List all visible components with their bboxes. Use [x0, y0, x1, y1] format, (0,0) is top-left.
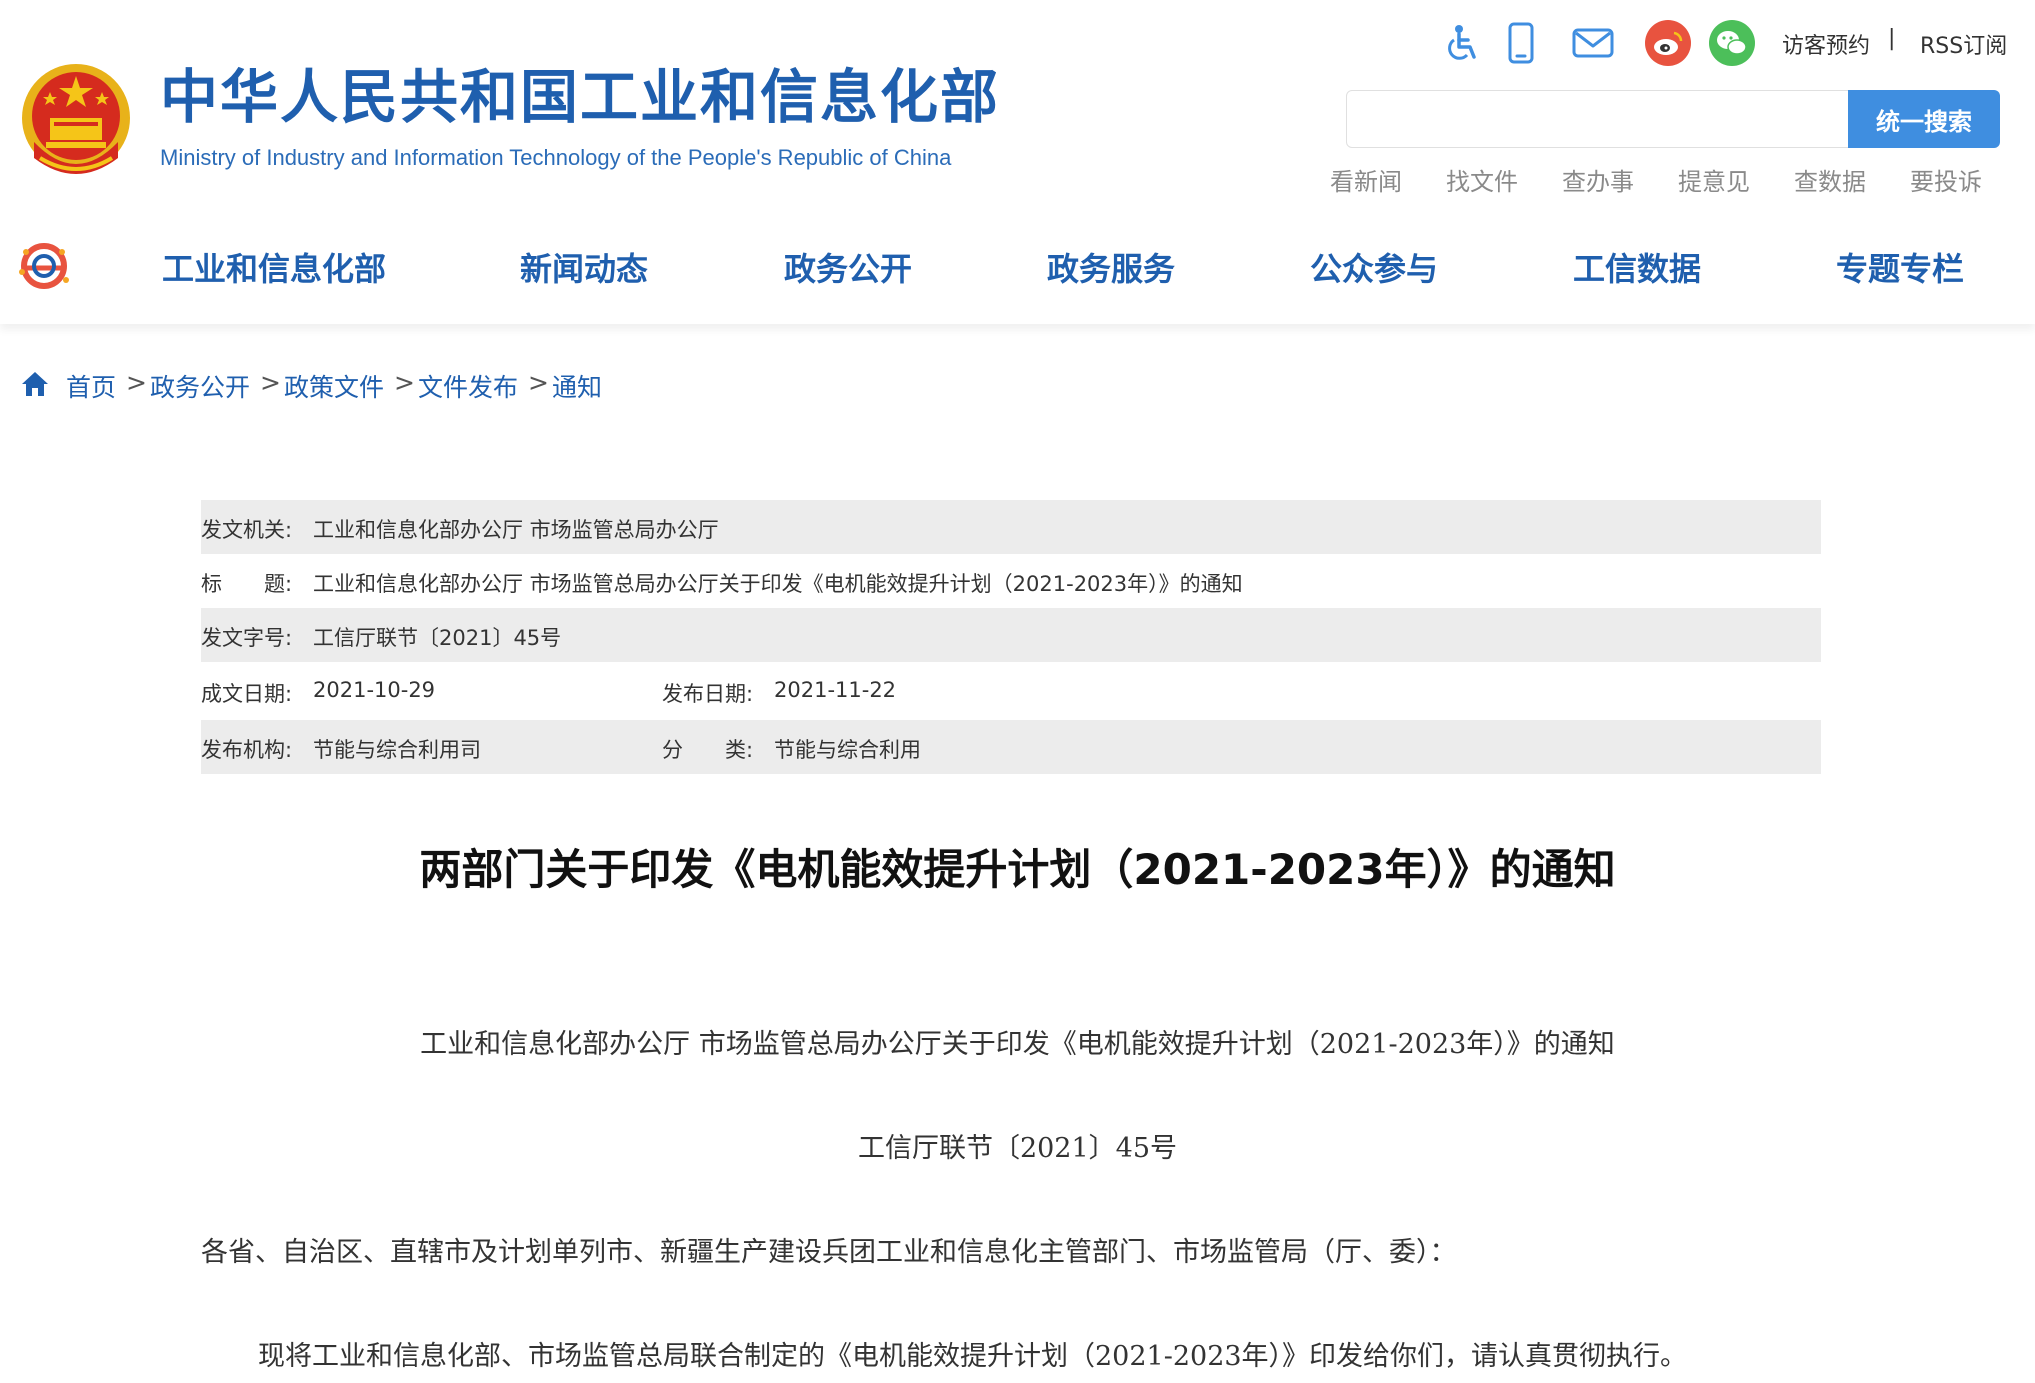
quick-links: 看新闻 找文件 查办事 提意见 查数据 要投诉 [1330, 162, 2020, 196]
article-salutation: 各省、自治区、直辖市及计划单列市、新疆生产建设兵团工业和信息化主管部门、市场监管… [201, 1237, 1457, 1268]
meta-label-created: 成文日期: [201, 682, 293, 706]
article-doc-number: 工信厅联节〔2021〕45号 [857, 1133, 1178, 1164]
home-icon[interactable] [20, 370, 50, 398]
document-metadata: 发文机关: 工业和信息化部办公厅 市场监管总局办公厅 标 题: 工业和信息化部办… [201, 500, 1821, 774]
meta-value-org: 节能与综合利用司 [313, 738, 481, 762]
breadcrumb: 首页 > 政务公开 > 政策文件 > 文件发布 > 通知 [20, 368, 720, 402]
article-title: 两部门关于印发《电机能效提升计划（2021-2023年）》的通知 [419, 845, 1616, 894]
meta-value-title: 工业和信息化部办公厅 市场监管总局办公厅关于印发《电机能效提升计划（2021-2… [313, 572, 1243, 596]
quick-link-data[interactable]: 查数据 [1794, 162, 1866, 197]
site-title[interactable]: 中华人民共和国工业和信息化部 [160, 68, 1000, 126]
national-emblem-icon[interactable] [20, 62, 132, 176]
nav-item-public-participation[interactable]: 公众参与 [1310, 244, 1438, 290]
ministry-logo-icon[interactable] [16, 238, 72, 294]
visitor-booking-link[interactable]: 访客预约 [1782, 28, 1870, 60]
meta-label-category: 分 类: [662, 738, 754, 762]
meta-row-doc-number: 发文字号: 工信厅联节〔2021〕45号 [201, 608, 1821, 662]
breadcrumb-notice[interactable]: 通知 [552, 368, 602, 404]
meta-row-org: 发布机构: 节能与综合利用司 分 类: 节能与综合利用 [201, 720, 1821, 774]
top-link-separator: | [1888, 26, 1896, 51]
meta-label-published: 发布日期: [662, 682, 754, 706]
breadcrumb-separator: > [528, 368, 549, 397]
weibo-icon[interactable] [1645, 20, 1691, 66]
nav-item-government-services[interactable]: 政务服务 [1047, 244, 1175, 290]
site-header: 中华人民共和国工业和信息化部 Ministry of Industry and … [0, 0, 2035, 200]
meta-value-category: 节能与综合利用 [774, 738, 921, 762]
nav-item-news[interactable]: 新闻动态 [520, 244, 648, 290]
quick-link-news[interactable]: 看新闻 [1330, 162, 1402, 197]
meta-label-org: 发布机构: [201, 738, 293, 762]
search-input[interactable] [1346, 90, 1850, 148]
wechat-icon[interactable] [1709, 20, 1755, 66]
breadcrumb-separator: > [126, 368, 147, 397]
nav-item-special-topics[interactable]: 专题专栏 [1836, 244, 1964, 290]
meta-row-title: 标 题: 工业和信息化部办公厅 市场监管总局办公厅关于印发《电机能效提升计划（2… [201, 554, 1821, 608]
breadcrumb-separator: > [260, 368, 281, 397]
mail-icon[interactable] [1570, 20, 1616, 66]
quick-link-services[interactable]: 查办事 [1562, 162, 1634, 197]
article-paragraph: 现将工业和信息化部、市场监管总局联合制定的《电机能效提升计划（2021-2023… [258, 1341, 1688, 1372]
meta-row-issuer: 发文机关: 工业和信息化部办公厅 市场监管总局办公厅 [201, 500, 1821, 554]
breadcrumb-document-release[interactable]: 文件发布 [418, 368, 518, 404]
breadcrumb-separator: > [394, 368, 415, 397]
top-toolbar: 访客预约 | RSS订阅 [1440, 20, 2020, 70]
nav-item-government-affairs[interactable]: 政务公开 [784, 244, 912, 290]
meta-value-published: 2021-11-22 [774, 678, 897, 702]
main-nav: 工业和信息化部 新闻动态 政务公开 政务服务 公众参与 工信数据 专题专栏 [0, 222, 2035, 324]
meta-value-doc-number: 工信厅联节〔2021〕45号 [313, 626, 562, 650]
search-button[interactable]: 统一搜索 [1848, 90, 2000, 148]
nav-item-data[interactable]: 工信数据 [1573, 244, 1701, 290]
meta-value-created: 2021-10-29 [313, 678, 436, 702]
breadcrumb-policy-documents[interactable]: 政策文件 [284, 368, 384, 404]
article-subtitle: 工业和信息化部办公厅 市场监管总局办公厅关于印发《电机能效提升计划（2021-2… [420, 1029, 1615, 1060]
rss-link[interactable]: RSS订阅 [1920, 28, 2007, 60]
meta-value-issuer: 工业和信息化部办公厅 市场监管总局办公厅 [313, 518, 719, 542]
breadcrumb-government-affairs[interactable]: 政务公开 [150, 368, 250, 404]
site-title-english[interactable]: Ministry of Industry and Information Tec… [160, 145, 951, 171]
mobile-icon[interactable] [1498, 20, 1544, 66]
meta-row-dates: 成文日期: 2021-10-29 发布日期: 2021-11-22 [201, 664, 1821, 718]
accessibility-icon[interactable] [1440, 20, 1486, 66]
meta-label-title: 标 题: [201, 572, 293, 596]
breadcrumb-home[interactable]: 首页 [66, 368, 116, 404]
quick-link-feedback[interactable]: 提意见 [1678, 162, 1750, 197]
meta-label-doc-number: 发文字号: [201, 626, 293, 650]
meta-label-issuer: 发文机关: [201, 518, 293, 542]
quick-link-complaint[interactable]: 要投诉 [1910, 162, 1982, 197]
nav-item-ministry[interactable]: 工业和信息化部 [162, 244, 386, 290]
quick-link-files[interactable]: 找文件 [1446, 162, 1518, 197]
